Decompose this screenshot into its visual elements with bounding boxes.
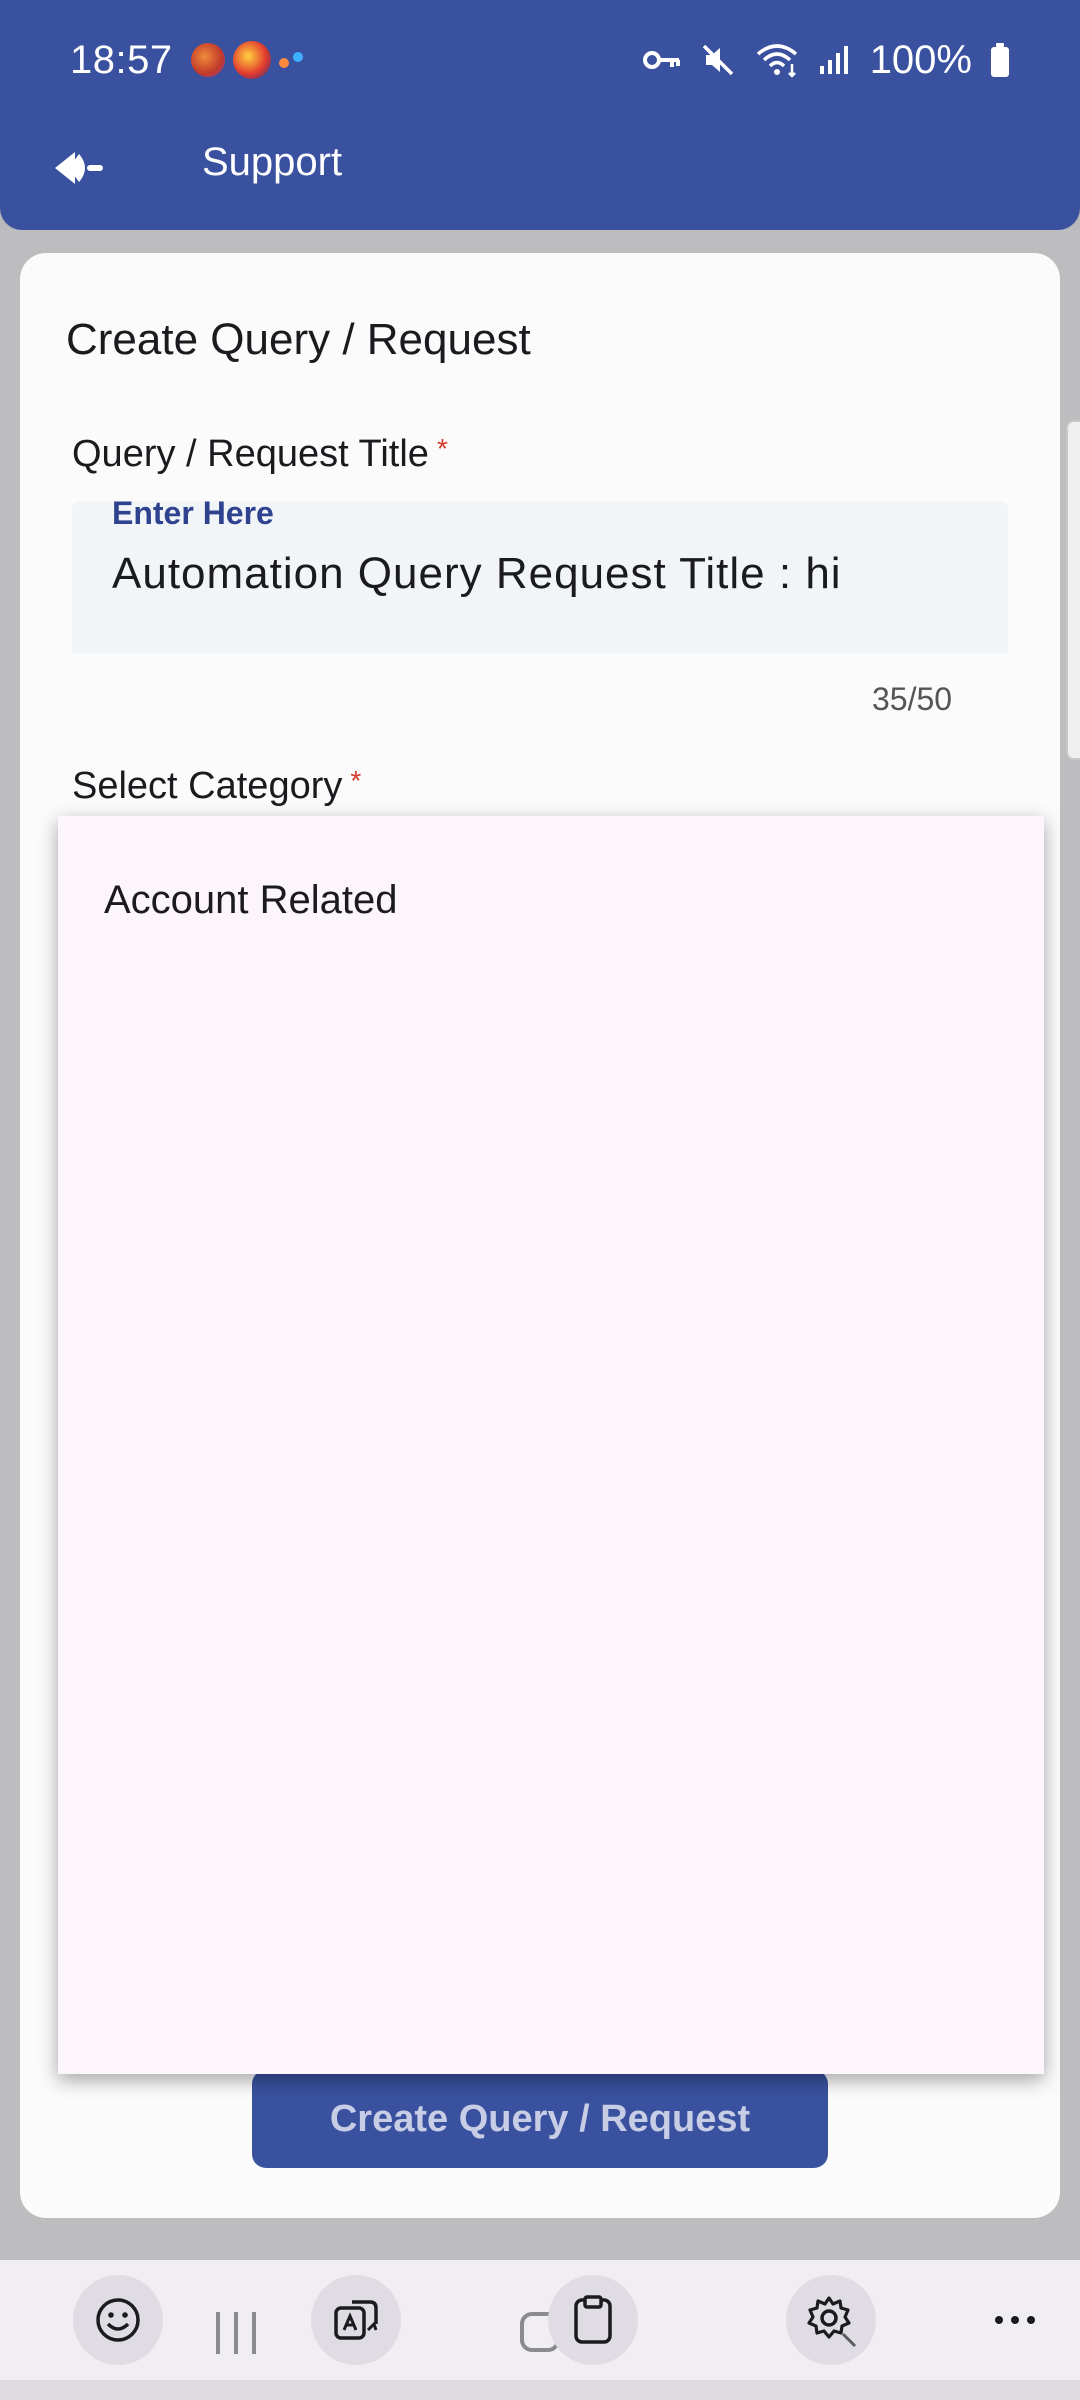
notification-icons: [190, 41, 309, 79]
clipboard-button[interactable]: [548, 2275, 638, 2365]
category-dropdown-menu: Account Related: [58, 816, 1044, 2074]
title-input[interactable]: Enter Here Automation Query Request Titl…: [72, 495, 1008, 653]
wifi-icon: [754, 42, 800, 78]
create-query-button[interactable]: Create Query / Request: [252, 2070, 828, 2168]
keyboard-settings-button[interactable]: [786, 2275, 876, 2365]
translate-icon: [334, 2300, 378, 2340]
character-counter: 35/50: [872, 681, 953, 717]
required-mark: *: [350, 765, 362, 796]
header: 18:57 100% Support: [0, 0, 1080, 230]
clipboard-icon: [574, 2295, 612, 2344]
translate-button[interactable]: [311, 2275, 401, 2365]
recent-apps-button[interactable]: [216, 2312, 256, 2354]
mute-icon: [700, 42, 736, 78]
required-mark: *: [436, 433, 448, 464]
form-heading: Create Query / Request: [66, 315, 531, 364]
emoji-button[interactable]: [73, 2275, 163, 2365]
back-button[interactable]: [44, 138, 114, 198]
signal-icon: [818, 44, 852, 76]
app-notification-icon: [190, 43, 225, 77]
dropdown-option-account-related[interactable]: Account Related: [104, 878, 398, 923]
title-field-label-text: Query / Request Title: [72, 433, 429, 475]
battery-level: 100%: [869, 37, 972, 82]
emoji-icon: [96, 2298, 140, 2342]
vpn-key-icon: [642, 45, 682, 75]
more-options-button[interactable]: [970, 2275, 1060, 2365]
battery-icon: [990, 43, 1010, 77]
settings-icon: [807, 2296, 857, 2348]
app-bar: Support: [0, 120, 1080, 220]
title-field-label: Query / Request Title *: [72, 433, 448, 476]
category-field-label-text: Select Category: [72, 765, 343, 807]
status-bar: 18:57 100%: [0, 0, 1080, 120]
page-title: Support: [202, 140, 343, 184]
category-field-label: Select Category *: [72, 765, 361, 808]
app-notification-icon: [278, 50, 309, 70]
title-input-value[interactable]: Automation Query Request Title : hi: [112, 549, 842, 599]
title-input-floating-label: Enter Here: [112, 495, 274, 531]
navigation-strip: [0, 2380, 1080, 2400]
back-arrow-icon: [55, 152, 103, 184]
status-time: 18:57: [70, 37, 173, 82]
more-icon: [995, 2316, 1035, 2324]
app-notification-icon: [232, 41, 271, 79]
scrollbar[interactable]: [1066, 420, 1080, 760]
